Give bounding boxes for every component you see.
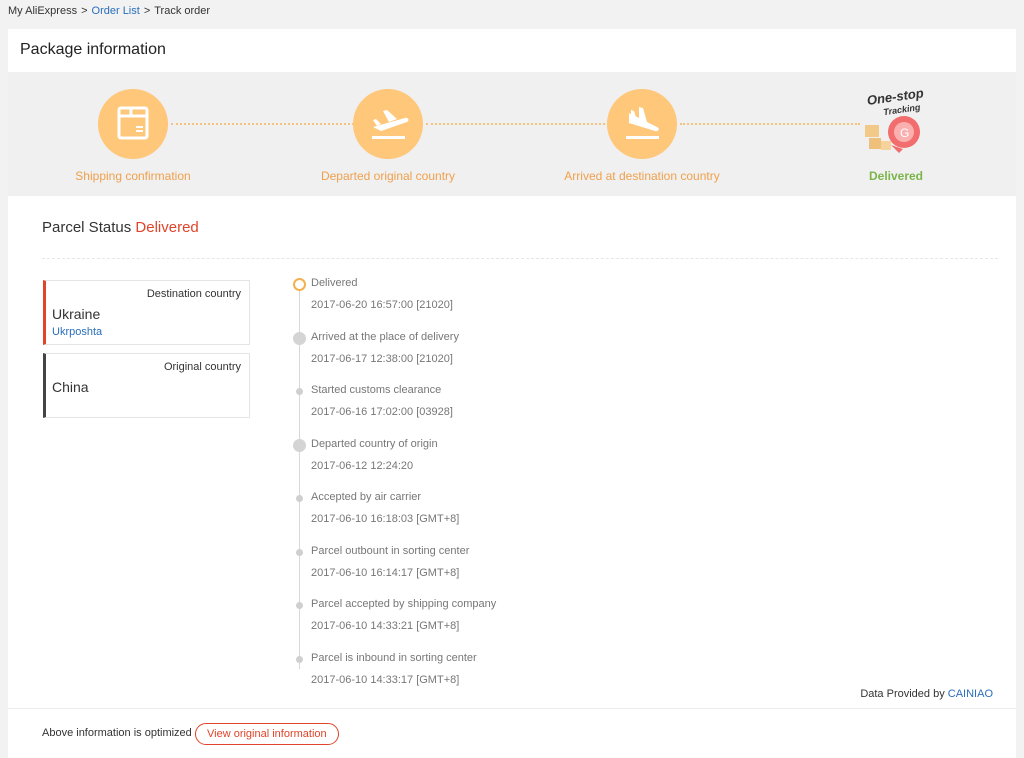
event-time: 2017-06-10 14:33:17 [GMT+8] (311, 674, 460, 686)
view-original-information-button[interactable]: View original information (195, 723, 339, 745)
current-status-icon (293, 278, 306, 291)
event-time: 2017-06-20 16:57:00 [21020] (311, 299, 453, 311)
cainiao-link[interactable]: CAINIAO (948, 688, 993, 700)
event-time: 2017-06-10 16:14:17 [GMT+8] (311, 567, 460, 579)
page-title: Package information (20, 41, 166, 58)
step-label: Arrived at destination country (564, 169, 720, 183)
event-title: Started customs clearance (311, 384, 442, 396)
event-title: Accepted by air carrier (311, 491, 422, 503)
divider (42, 258, 998, 259)
country-type-label: Original country (163, 361, 241, 373)
data-provider-label: Data Provided by (860, 688, 945, 700)
plane-landing-icon (607, 89, 677, 159)
origin-country-card: Original country China (43, 353, 250, 418)
step-label: Delivered (868, 169, 924, 183)
event-time: 2017-06-10 16:18:03 [GMT+8] (311, 513, 460, 525)
event-title: Parcel accepted by shipping company (311, 598, 497, 610)
step-label: Shipping confirmation (75, 169, 191, 183)
breadcrumb-separator: > (81, 5, 88, 17)
event-title: Delivered (311, 277, 358, 289)
timeline-dot (296, 388, 303, 395)
breadcrumb-home[interactable]: My AliExpress (8, 5, 77, 17)
carrier-link[interactable]: Ukrposhta (52, 326, 102, 338)
plane-landing-icon (293, 332, 306, 345)
event-time: 2017-06-17 12:38:00 [21020] (311, 353, 453, 365)
origin-country-name: China (52, 379, 89, 395)
svg-text:G: G (900, 126, 909, 140)
event-time: 2017-06-16 17:02:00 [03928] (311, 406, 453, 418)
package-information-panel: Package information Shipping confirmatio… (8, 29, 1016, 758)
parcel-status-value: Delivered (135, 219, 199, 236)
step-shipping-confirmation: Shipping confirmation (33, 89, 233, 183)
event-time: 2017-06-10 14:33:21 [GMT+8] (311, 620, 460, 632)
divider (8, 708, 1016, 709)
plane-takeoff-icon (353, 89, 423, 159)
breadcrumb-current: Track order (154, 5, 211, 17)
timeline-dot (296, 549, 303, 556)
parcel-status-label: Parcel Status (42, 219, 132, 236)
event-title: Parcel outbount in sorting center (311, 545, 470, 557)
step-departed-original-country: Departed original country (288, 89, 488, 183)
timeline-dot (296, 495, 303, 502)
country-type-label: Destination country (146, 288, 241, 300)
event-title: Parcel is inbound in sorting center (311, 652, 477, 664)
timeline-line (299, 289, 300, 669)
breadcrumb-separator: > (143, 5, 151, 17)
tracking-timeline: Delivered 2017-06-20 16:57:00 [21020] Ar… (291, 277, 691, 697)
package-box-icon (98, 89, 168, 159)
timeline-dot (296, 602, 303, 609)
parcel-status: Parcel Status Delivered (42, 219, 199, 236)
step-label: Departed original country (320, 169, 456, 183)
plane-takeoff-icon (293, 439, 306, 452)
breadcrumb: My AliExpress > Order List > Track order (8, 5, 210, 17)
timeline-dot (296, 656, 303, 663)
event-title: Departed country of origin (311, 438, 438, 450)
optimized-note: Above information is optimized (42, 727, 192, 739)
step-delivered: One-stop Tracking G Delivered (796, 85, 996, 183)
breadcrumb-order-list-link[interactable]: Order List (92, 5, 140, 17)
shipping-progress: Shipping confirmation Departed original … (8, 72, 1016, 196)
data-provider: Data Provided by CAINIAO (860, 688, 993, 700)
event-time: 2017-06-12 12:24:20 (311, 460, 414, 472)
destination-country-name: Ukraine (52, 306, 101, 322)
event-title: Arrived at the place of delivery (311, 331, 459, 343)
destination-country-card: Destination country Ukraine Ukrposhta (43, 280, 250, 345)
step-arrived-destination-country: Arrived at destination country (542, 89, 742, 183)
one-stop-tracking-logo: One-stop Tracking G (859, 85, 933, 163)
